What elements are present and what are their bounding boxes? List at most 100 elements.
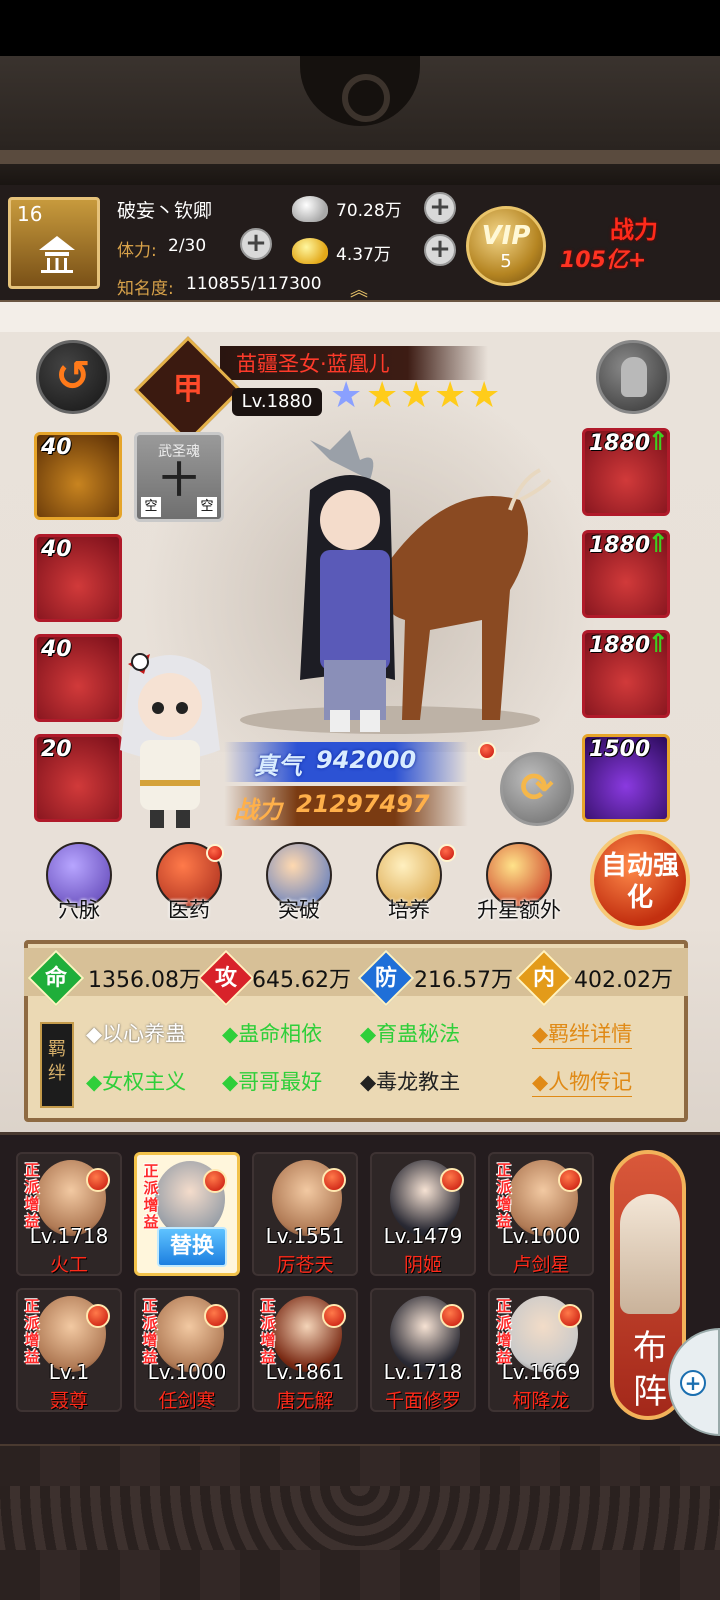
notification-dot — [322, 1168, 346, 1192]
stamina-label: 体力: — [117, 241, 157, 261]
upgrade-arrow-icon: ⇑ — [647, 530, 669, 559]
faction-tag: 正派增益 — [496, 1297, 512, 1366]
card-level: Lv.1718 — [383, 1360, 463, 1384]
defense-key: 防 — [374, 966, 397, 991]
inner-key: 内 — [532, 966, 555, 991]
floor-pattern — [0, 1486, 720, 1550]
team-card[interactable]: Lv.1479 阴姬 — [370, 1152, 476, 1276]
equip-slot-right-2[interactable]: 1880 ⇑ — [582, 530, 670, 618]
defense-value: 216.57万 — [414, 968, 513, 993]
equip-level: 1880 — [589, 533, 651, 558]
team-card[interactable]: Lv.1718 千面修罗 — [370, 1288, 476, 1412]
inner-value: 402.02万 — [574, 968, 673, 993]
roof-banner — [0, 0, 720, 185]
meridian-button[interactable]: 穴脉 — [36, 842, 122, 924]
star-icon: ★ — [366, 375, 399, 416]
silver-ingot-icon — [292, 196, 328, 222]
card-name: 厉苍天 — [276, 1254, 334, 1276]
roof-beam — [0, 150, 720, 164]
faction-tag: 正派增益 — [142, 1297, 158, 1366]
player-level: 16 — [17, 202, 43, 226]
team-card[interactable]: 正派增益 Lv.1000 卢剑星 — [488, 1152, 594, 1276]
team-card-selected[interactable]: 正派增益 替换 — [134, 1152, 240, 1276]
notification-dot — [440, 1168, 464, 1192]
team-card[interactable]: 正派增益 Lv.1 聂尊 — [16, 1288, 122, 1412]
attack-value: 645.62万 — [252, 968, 351, 993]
fame-value: 110855/117300 — [186, 274, 322, 294]
player-level-badge[interactable]: 16 — [8, 197, 100, 289]
upgrade-arrow-icon: ⇑ — [647, 630, 669, 659]
gold-ingot-icon — [292, 238, 328, 264]
notification-dot — [86, 1168, 110, 1192]
add-stamina-button[interactable]: + — [240, 228, 272, 260]
bond-item: ◆哥哥最好 — [222, 1070, 323, 1094]
expand-plus-icon: + — [680, 1370, 706, 1396]
sage-character — [120, 653, 220, 828]
hero-portrait — [240, 430, 552, 734]
replace-button[interactable]: 替换 — [157, 1227, 227, 1267]
star-icon: ★ — [468, 375, 501, 416]
hero-level: Lv.1880 — [232, 388, 322, 416]
card-level: Lv.1000 — [501, 1224, 581, 1248]
add-gold-button[interactable]: + — [424, 234, 456, 266]
martial-soul-slot[interactable]: 武圣魂 十 空 空 — [134, 432, 224, 522]
notification-dot — [86, 1304, 110, 1328]
team-card[interactable]: Lv.1551 厉苍天 — [252, 1152, 358, 1276]
star-icon: ★ — [330, 375, 363, 416]
roof-ornament — [300, 56, 420, 126]
auto-strengthen-button[interactable]: 自动强化 — [590, 830, 690, 930]
notification-dot — [438, 844, 456, 862]
card-level: Lv.1551 — [265, 1224, 345, 1248]
card-level: Lv.1479 — [383, 1224, 463, 1248]
hero-avatar-button[interactable] — [596, 340, 670, 414]
notification-dot — [206, 844, 224, 862]
equip-slot-right-3[interactable]: 1880 ⇑ — [582, 630, 670, 718]
swap-hero-button[interactable]: ⟳ — [500, 752, 574, 826]
notification-dot — [558, 1168, 582, 1192]
gold-value: 4.37万 — [336, 245, 391, 265]
bond-item: ◆以心养蛊 — [86, 1022, 187, 1046]
equip-slot-right-1[interactable]: 1880 ⇑ — [582, 428, 670, 516]
upgrade-arrow-icon: ⇑ — [647, 428, 669, 457]
equip-slot-left-4[interactable]: 20 — [34, 734, 122, 822]
equip-slot-right-4[interactable]: 1500 — [582, 734, 670, 822]
equip-level: 1880 — [589, 431, 651, 456]
equip-slot-left-2[interactable]: 40 — [34, 534, 122, 622]
hero-power-label: 战力 — [234, 796, 282, 824]
bond-tag: 羁绊 — [40, 1022, 74, 1108]
card-name: 千面修罗 — [384, 1390, 461, 1412]
hp-value: 1356.08万 — [88, 968, 201, 993]
add-silver-button[interactable]: + — [424, 192, 456, 224]
equip-level: 40 — [41, 637, 72, 662]
equip-slot-left-1[interactable]: 40 — [34, 432, 122, 520]
team-card[interactable]: 正派增益 Lv.1718 火工 — [16, 1152, 122, 1276]
back-button[interactable]: ↺ — [36, 340, 110, 414]
total-power-label: 战力 — [610, 216, 658, 244]
team-card[interactable]: 正派增益 Lv.1861 唐无解 — [252, 1288, 358, 1412]
meridian-label: 穴脉 — [58, 898, 100, 922]
player-name: 破妄丶钦卿 — [117, 200, 213, 222]
hero-type-char: 甲 — [173, 372, 203, 407]
pavilion-icon — [39, 236, 75, 273]
faction-tag: 正派增益 — [24, 1297, 40, 1366]
vip-badge[interactable]: VIP 5 — [466, 206, 546, 286]
sage-figure-icon — [620, 1194, 680, 1314]
faction-tag: 正派增益 — [496, 1161, 512, 1230]
notification-dot — [204, 1304, 228, 1328]
star-up-button[interactable]: 升星额外 — [476, 842, 562, 924]
card-level: Lv.1861 — [265, 1360, 345, 1384]
equip-slot-left-3[interactable]: 40 — [34, 634, 122, 722]
team-card[interactable]: 正派增益 Lv.1000 任剑寒 — [134, 1288, 240, 1412]
silver-value: 70.28万 — [336, 201, 402, 221]
qi-label: 真气 — [254, 752, 302, 780]
biography-link[interactable]: ◆人物传记 — [532, 1066, 633, 1097]
breakthrough-button[interactable]: 突破 — [256, 842, 342, 924]
star-icon: ★ — [434, 375, 467, 416]
card-name: 聂尊 — [49, 1390, 88, 1412]
fame-label: 知名度: — [117, 279, 174, 299]
team-card[interactable]: 正派增益 Lv.1669 柯降龙 — [488, 1288, 594, 1412]
bond-detail-link[interactable]: ◆羁绊详情 — [532, 1018, 633, 1049]
equip-level: 40 — [41, 435, 72, 460]
notification-dot — [440, 1304, 464, 1328]
collapse-header-icon[interactable]: ︽ — [350, 276, 368, 302]
